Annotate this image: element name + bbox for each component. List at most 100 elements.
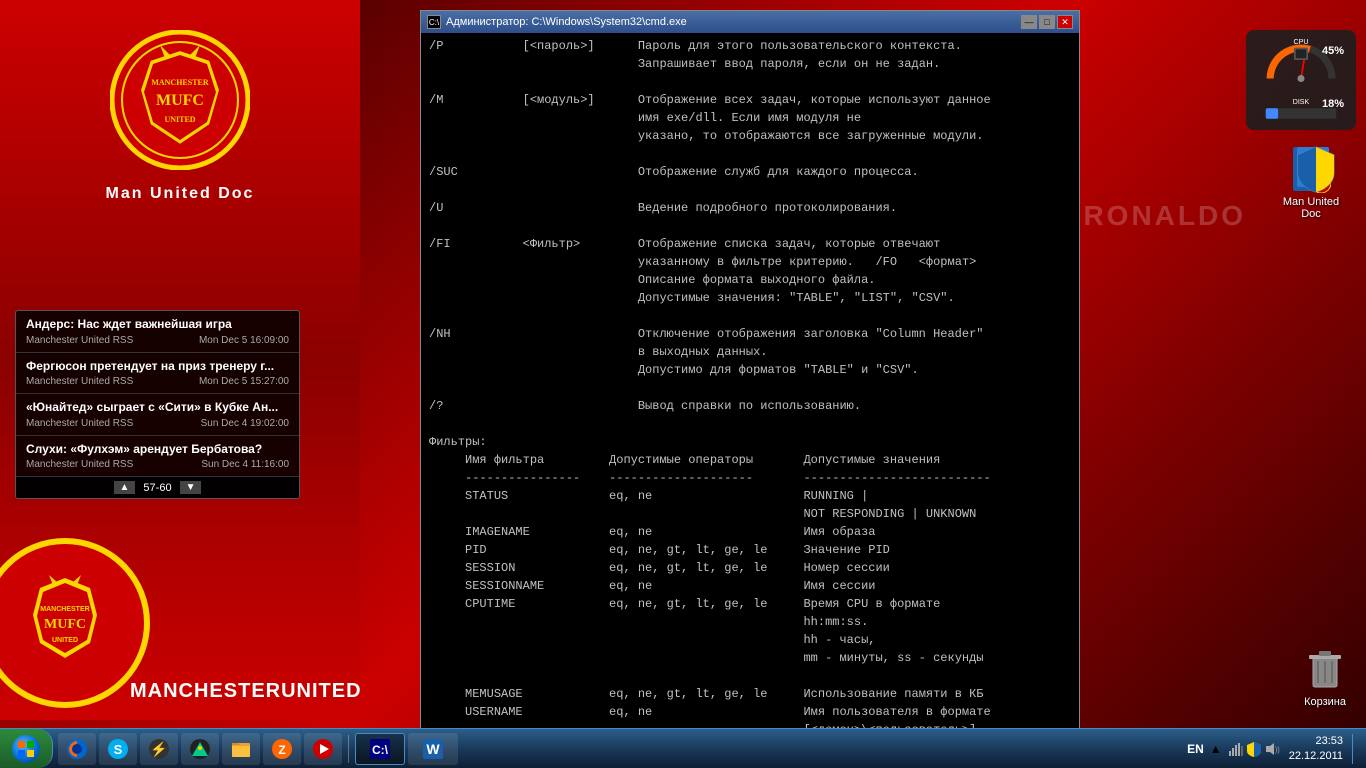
- system-clock[interactable]: 23:53 22.12.2011: [1284, 734, 1348, 763]
- rss-item-4[interactable]: Слухи: «Фулхэм» арендует Бербатова? Manc…: [16, 436, 299, 478]
- cmd-line-24: SESSIONNAME eq, ne Имя сессии: [429, 577, 1071, 595]
- skype-icon: S: [107, 738, 129, 760]
- uac-shield-icon[interactable]: [1296, 145, 1336, 193]
- rss-widget: Андерс: Нас ждет важнейшая игра Manchest…: [15, 310, 300, 499]
- cmd-maximize-button[interactable]: □: [1039, 15, 1055, 29]
- cmd-line-10: Описание формата выходного файла.: [429, 271, 1071, 289]
- cmd-line-29: MEMUSAGE eq, ne, gt, lt, ge, le Использо…: [429, 685, 1071, 703]
- clock-time: 23:53: [1315, 734, 1343, 748]
- rss-next-button[interactable]: ▼: [180, 481, 202, 494]
- cmd-line-11: Допустимые значения: "TABLE", "LIST", "C…: [429, 289, 1071, 307]
- big-logo-circle: MUFC MANCHESTER UNITED: [0, 538, 150, 708]
- cmd-minimize-button[interactable]: —: [1021, 15, 1037, 29]
- cmd-line-20: NOT RESPONDING | UNKNOWN: [429, 505, 1071, 523]
- cmd-line-6: /SUC Отображение служб для каждого проце…: [429, 163, 1071, 181]
- svg-text:C:\: C:\: [372, 743, 389, 757]
- show-desktop-button[interactable]: [1352, 734, 1358, 764]
- cmd-line-23: SESSION eq, ne, gt, lt, ge, le Номер сес…: [429, 559, 1071, 577]
- cmd-line-12: /NH Отключение отображения заголовка "Co…: [429, 325, 1071, 343]
- notifications-icon[interactable]: ▲: [1208, 741, 1224, 757]
- cmd-line-15: /? Вывод справки по использованию.: [429, 397, 1071, 415]
- cmd-line-spacer-5: [429, 307, 1071, 325]
- cmd-line-13: в выходных данных.: [429, 343, 1071, 361]
- svg-text:MANCHESTER: MANCHESTER: [151, 78, 209, 87]
- cmd-content[interactable]: /P [<пароль>] Пароль для этого пользоват…: [421, 33, 1079, 729]
- rss-item-1[interactable]: Андерс: Нас ждет важнейшая игра Manchest…: [16, 311, 299, 353]
- taskbar: S ⚡: [0, 728, 1366, 768]
- rss-item-2[interactable]: Фергюсон претендует на приз тренеру г...…: [16, 353, 299, 395]
- cmd-line-spacer-1: [429, 73, 1071, 91]
- rss-meta-3: Manchester United RSS Sun Dec 4 19:02:00: [26, 418, 289, 429]
- cmd-line-spacer-8: [429, 667, 1071, 685]
- cmd-line-spacer-7: [429, 415, 1071, 433]
- rss-meta-1: Manchester United RSS Mon Dec 5 16:09:00: [26, 335, 289, 346]
- taskbar-separator: [348, 735, 349, 763]
- cmd-line-27: hh - часы,: [429, 631, 1071, 649]
- svg-text:MUFC: MUFC: [156, 92, 204, 109]
- taskbar-cmd[interactable]: C:\: [355, 733, 405, 765]
- clock-date: 22.12.2011: [1289, 749, 1343, 763]
- cmd-line-spacer-6: [429, 379, 1071, 397]
- rss-meta-2: Manchester United RSS Mon Dec 5 15:27:00: [26, 376, 289, 387]
- man-utd-logo: MUFC MANCHESTER UNITED: [110, 30, 250, 170]
- cmd-line-19: STATUS eq, ne RUNNING |: [429, 487, 1071, 505]
- cmd-line-26: hh:mm:ss.: [429, 613, 1071, 631]
- taskbar-skype[interactable]: S: [99, 733, 137, 765]
- network-icon[interactable]: [1228, 741, 1244, 757]
- cmd-line-25: CPUTIME eq, ne, gt, lt, ge, le Время CPU…: [429, 595, 1071, 613]
- taskbar-media[interactable]: [304, 733, 342, 765]
- cmd-line-1: /P [<пароль>] Пароль для этого пользоват…: [429, 37, 1071, 55]
- rss-pagination: ▲ 57-60 ▼: [16, 477, 299, 498]
- zonealarm-icon: Z: [271, 738, 293, 760]
- volume-icon[interactable]: )))): [1264, 741, 1280, 757]
- cmd-line-30: USERNAME eq, ne Имя пользователя в форма…: [429, 703, 1071, 721]
- cmd-line-28: mm - минуты, ss - секунды: [429, 649, 1071, 667]
- bottom-left-logo-area: MUFC MANCHESTER UNITED MANCHESTERUNITED …: [0, 528, 360, 728]
- svg-text:S: S: [114, 742, 123, 757]
- media-icon: [312, 738, 334, 760]
- man-utd-text-top: Man United Doc: [106, 185, 255, 203]
- recycle-bin-img: [1305, 645, 1345, 693]
- language-indicator: EN: [1187, 742, 1204, 756]
- cmd-line-9: указанному в фильтре критерию. /FO <форм…: [429, 253, 1071, 271]
- rss-prev-button[interactable]: ▲: [114, 481, 136, 494]
- svg-text:)))): )))): [1275, 747, 1280, 754]
- svg-text:W: W: [426, 741, 440, 757]
- taskbar-word[interactable]: W: [408, 733, 458, 765]
- desktop: MUFC MANCHESTER UNITED Man United Doc Ан…: [0, 0, 1366, 768]
- recycle-bin-icon[interactable]: Корзина: [1304, 645, 1346, 708]
- taskbar-apps: S ⚡: [53, 733, 1179, 765]
- cmd-window-controls: — □ ✕: [1021, 15, 1073, 29]
- svg-text:UNITED: UNITED: [52, 637, 78, 644]
- taskbar-firefox[interactable]: [58, 733, 96, 765]
- windows-logo-icon: [17, 740, 35, 758]
- start-orb: [12, 735, 40, 763]
- winamp-icon: ⚡: [148, 738, 170, 760]
- cmd-close-button[interactable]: ✕: [1057, 15, 1073, 29]
- security-icon[interactable]: [1246, 741, 1262, 757]
- rss-title-2: Фергюсон претендует на приз тренеру г...: [26, 359, 289, 375]
- svg-text:CPU: CPU: [1294, 39, 1309, 46]
- cmd-titlebar[interactable]: C:\ Администратор: C:\Windows\System32\c…: [421, 11, 1079, 33]
- taskbar-zonealarm[interactable]: Z: [263, 733, 301, 765]
- manchester-united-bottom-text: MANCHESTERUNITED THE REDD: [130, 680, 360, 703]
- taskbar-winamp[interactable]: ⚡: [140, 733, 178, 765]
- rss-title-3: «Юнайтед» сыграет с «Сити» в Кубке Ан...: [26, 400, 289, 416]
- shield-icon: [1296, 145, 1336, 193]
- firefox-icon: [66, 738, 88, 760]
- cmd-window: C:\ Администратор: C:\Windows\System32\c…: [420, 10, 1080, 730]
- cmd-line-2: Запрашивает ввод пароля, если он не зада…: [429, 55, 1071, 73]
- cmd-line-22: PID eq, ne, gt, lt, ge, le Значение PID: [429, 541, 1071, 559]
- cmd-line-4: имя exe/dll. Если имя модуля не: [429, 109, 1071, 127]
- explorer-icon: [230, 738, 252, 760]
- cpu-gauge: CPU: [1256, 30, 1346, 92]
- rss-item-3[interactable]: «Юнайтед» сыграет с «Сити» в Кубке Ан...…: [16, 394, 299, 436]
- cmd-line-spacer-3: [429, 181, 1071, 199]
- cmd-line-17: Имя фильтра Допустимые операторы Допусти…: [429, 451, 1071, 469]
- start-button[interactable]: [0, 729, 53, 768]
- cmd-line-7: /U Ведение подробного протоколирования.: [429, 199, 1071, 217]
- rss-title-4: Слухи: «Фулхэм» арендует Бербатова?: [26, 442, 289, 458]
- cpu-percent: 45%: [1322, 45, 1344, 57]
- taskbar-pyramid[interactable]: [181, 733, 219, 765]
- taskbar-explorer[interactable]: [222, 733, 260, 765]
